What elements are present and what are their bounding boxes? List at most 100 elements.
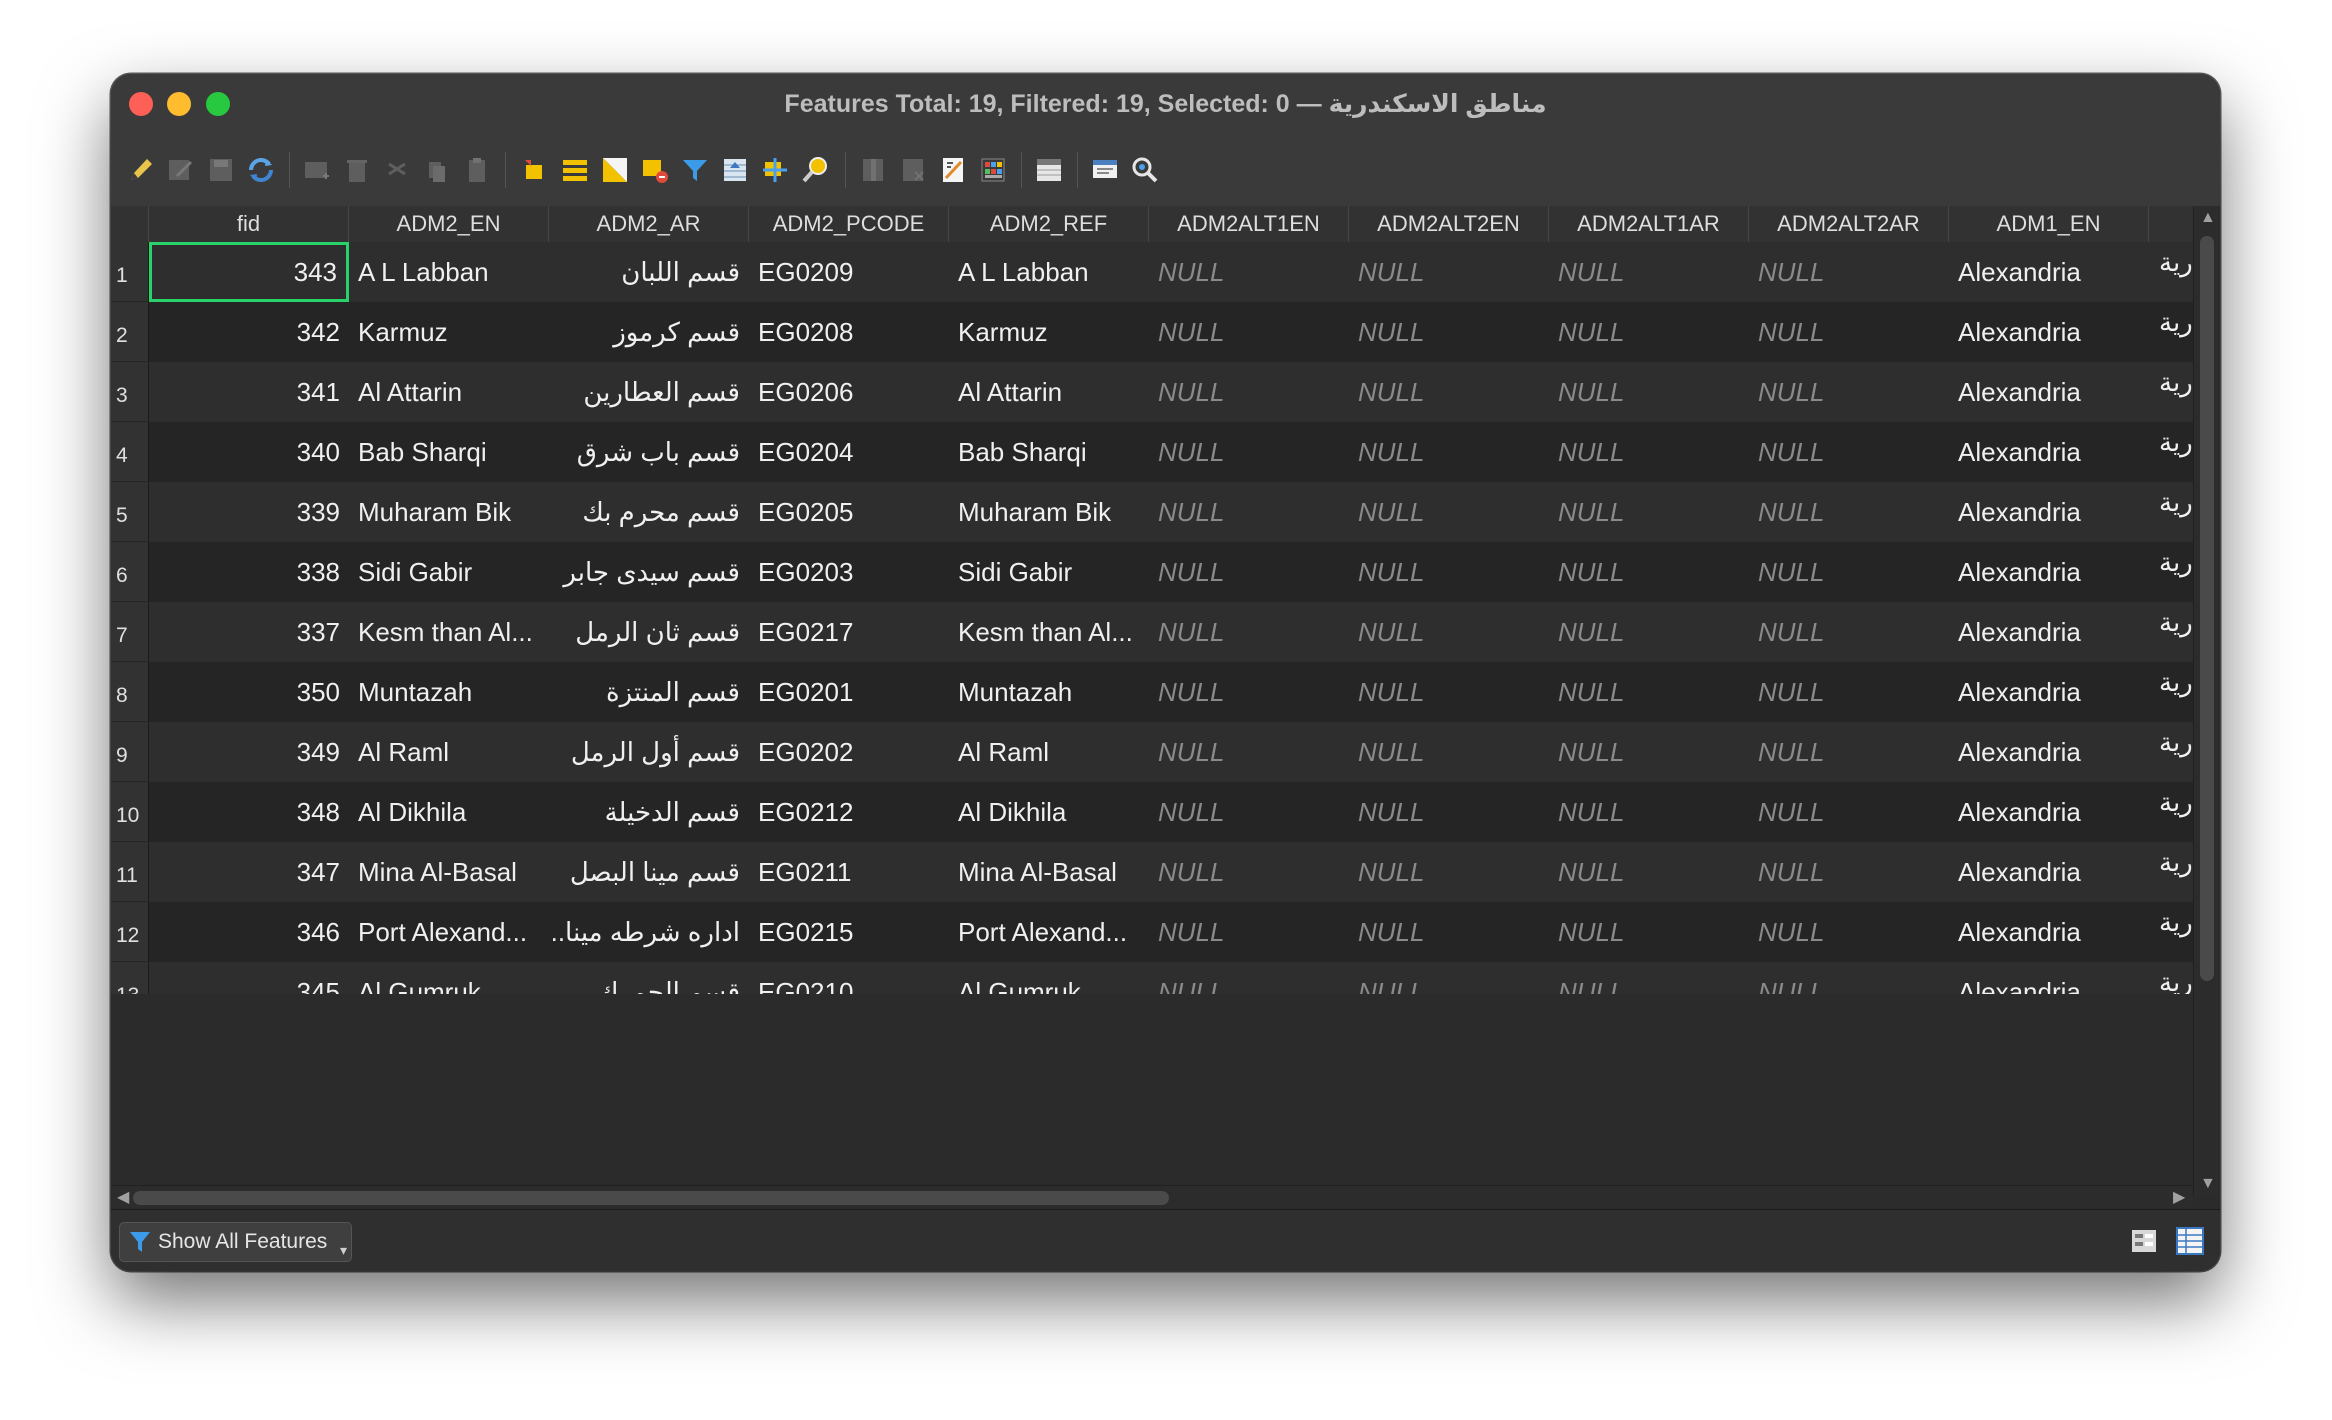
cell-adm2alt2ar[interactable]: NULL — [1749, 842, 1949, 902]
row-number-header[interactable]: 3 — [111, 362, 149, 422]
delete-feature-icon[interactable] — [341, 154, 373, 186]
cell-fid[interactable]: 350 — [149, 662, 349, 722]
cell-adm2alt2ar[interactable]: NULL — [1749, 302, 1949, 362]
column-header[interactable]: ADM2_EN — [349, 206, 549, 242]
maximize-window-button[interactable] — [206, 92, 230, 116]
cell-adm2alt2en[interactable]: NULL — [1349, 962, 1549, 994]
table-row[interactable]: 11 347 Mina Al-Basal قسم مينا البصل EG0211 Mi… — [111, 842, 2193, 902]
corner-header[interactable] — [111, 206, 149, 242]
delete-field-icon[interactable] — [897, 154, 929, 186]
cell-adm2alt1en[interactable]: NULL — [1149, 302, 1349, 362]
cell-adm2alt2ar[interactable]: NULL — [1749, 722, 1949, 782]
cell-adm2alt1ar[interactable]: NULL — [1549, 542, 1749, 602]
cell-adm1-en[interactable]: Alexandria — [1949, 722, 2149, 782]
row-number-header[interactable]: 13 — [111, 962, 149, 994]
filter-icon[interactable] — [679, 154, 711, 186]
cell-fid[interactable]: 343 — [149, 242, 349, 302]
paste-icon[interactable] — [461, 154, 493, 186]
cell-adm2alt2ar[interactable]: NULL — [1749, 542, 1949, 602]
cell-adm2alt2en[interactable]: NULL — [1349, 422, 1549, 482]
cell-adm2-ref[interactable]: Sidi Gabir — [949, 542, 1149, 602]
cell-adm2alt1ar[interactable]: NULL — [1549, 302, 1749, 362]
cell-fid[interactable]: 340 — [149, 422, 349, 482]
cell-fid[interactable]: 347 — [149, 842, 349, 902]
vertical-scroll-thumb[interactable] — [2200, 236, 2214, 981]
column-header[interactable]: ADM2ALT1AR — [1549, 206, 1749, 242]
cell-adm2-pcode[interactable]: EG0210 — [749, 962, 949, 994]
cell-adm2-ar[interactable]: قسم الجمرك — [549, 962, 749, 994]
cell-adm2-ar[interactable]: قسم اللبان — [549, 242, 749, 302]
cell-clipped-column[interactable]: رية — [2149, 422, 2193, 482]
search-icon[interactable] — [1129, 154, 1161, 186]
table-row[interactable]: 5 339 Muharam Bik قسم محرم بك EG0205 Muharam … — [111, 482, 2193, 542]
cell-adm2alt2ar[interactable]: NULL — [1749, 662, 1949, 722]
cell-adm2alt1en[interactable]: NULL — [1149, 542, 1349, 602]
cell-adm2-ar[interactable]: قسم باب شرق — [549, 422, 749, 482]
cell-adm2alt2en[interactable]: NULL — [1349, 482, 1549, 542]
cell-fid[interactable]: 339 — [149, 482, 349, 542]
cell-adm2-ref[interactable]: Muntazah — [949, 662, 1149, 722]
column-header[interactable]: ADM2ALT2AR — [1749, 206, 1949, 242]
cell-adm2-pcode[interactable]: EG0212 — [749, 782, 949, 842]
cell-adm2alt1ar[interactable]: NULL — [1549, 602, 1749, 662]
cell-fid[interactable]: 337 — [149, 602, 349, 662]
cell-adm2alt1en[interactable]: NULL — [1149, 962, 1349, 994]
row-number-header[interactable]: 5 — [111, 482, 149, 542]
cell-adm2-en[interactable]: Port Alexand... — [349, 902, 549, 962]
cell-adm2alt1en[interactable]: NULL — [1149, 242, 1349, 302]
cell-adm2alt1ar[interactable]: NULL — [1549, 362, 1749, 422]
scroll-up-icon[interactable]: ▲ — [2200, 210, 2216, 226]
cell-adm2-ref[interactable]: Muharam Bik — [949, 482, 1149, 542]
table-row[interactable]: 8 350 Muntazah قسم المنتزة EG0201 Muntazah NUL… — [111, 662, 2193, 722]
cell-adm2-ar[interactable]: قسم محرم بك — [549, 482, 749, 542]
cell-fid[interactable]: 338 — [149, 542, 349, 602]
cell-fid[interactable]: 342 — [149, 302, 349, 362]
cell-adm1-en[interactable]: Alexandria — [1949, 542, 2149, 602]
cell-adm2alt2en[interactable]: NULL — [1349, 362, 1549, 422]
cell-adm2alt1en[interactable]: NULL — [1149, 842, 1349, 902]
cell-adm1-en[interactable]: Alexandria — [1949, 482, 2149, 542]
table-row[interactable]: 2 342 Karmuz قسم كرموز EG0208 Karmuz NULL NULL N… — [111, 302, 2193, 362]
cell-adm2-pcode[interactable]: EG0208 — [749, 302, 949, 362]
cell-adm2alt1ar[interactable]: NULL — [1549, 482, 1749, 542]
cell-adm1-en[interactable]: Alexandria — [1949, 362, 2149, 422]
cell-fid[interactable]: 341 — [149, 362, 349, 422]
row-number-header[interactable]: 4 — [111, 422, 149, 482]
cell-clipped-column[interactable]: رية — [2149, 542, 2193, 602]
zoom-to-selected-icon[interactable] — [799, 154, 831, 186]
cell-clipped-column[interactable]: رية — [2149, 962, 2193, 994]
row-number-header[interactable]: 8 — [111, 662, 149, 722]
cell-adm2-ar[interactable]: قسم مينا البصل — [549, 842, 749, 902]
save-edits-icon[interactable] — [205, 154, 237, 186]
cell-adm2-pcode[interactable]: EG0203 — [749, 542, 949, 602]
column-header[interactable]: ADM2_AR — [549, 206, 749, 242]
cell-adm2alt2en[interactable]: NULL — [1349, 542, 1549, 602]
multi-edit-icon[interactable] — [165, 154, 197, 186]
cell-adm2-ref[interactable]: Karmuz — [949, 302, 1149, 362]
cell-adm2alt1en[interactable]: NULL — [1149, 782, 1349, 842]
cell-adm2-en[interactable]: Kesm than Al... — [349, 602, 549, 662]
invert-selection-icon[interactable] — [599, 154, 631, 186]
cell-adm2alt2ar[interactable]: NULL — [1749, 422, 1949, 482]
row-number-header[interactable]: 1 — [111, 242, 149, 302]
cell-adm2alt2en[interactable]: NULL — [1349, 662, 1549, 722]
cell-fid[interactable]: 349 — [149, 722, 349, 782]
cell-clipped-column[interactable]: رية — [2149, 722, 2193, 782]
table-row[interactable]: 6 338 Sidi Gabir قسم سيدى جابر EG0203 Sidi Ga… — [111, 542, 2193, 602]
cell-clipped-column[interactable]: رية — [2149, 242, 2193, 302]
copy-icon[interactable] — [421, 154, 453, 186]
cell-adm1-en[interactable]: Alexandria — [1949, 602, 2149, 662]
cell-adm2-en[interactable]: Al Attarin — [349, 362, 549, 422]
column-header[interactable]: fid — [149, 206, 349, 242]
cell-fid[interactable]: 345 — [149, 962, 349, 994]
cell-adm1-en[interactable]: Alexandria — [1949, 302, 2149, 362]
cell-adm2alt2en[interactable]: NULL — [1349, 602, 1549, 662]
reload-icon[interactable] — [245, 154, 277, 186]
field-calculator-icon[interactable] — [937, 154, 969, 186]
table-row[interactable]: 4 340 Bab Sharqi قسم باب شرق EG0204 Bab Sharq… — [111, 422, 2193, 482]
cell-adm2alt2en[interactable]: NULL — [1349, 722, 1549, 782]
cell-adm2alt1ar[interactable]: NULL — [1549, 422, 1749, 482]
pencil-icon[interactable] — [125, 154, 157, 186]
cell-clipped-column[interactable]: رية — [2149, 902, 2193, 962]
cell-clipped-column[interactable]: رية — [2149, 842, 2193, 902]
